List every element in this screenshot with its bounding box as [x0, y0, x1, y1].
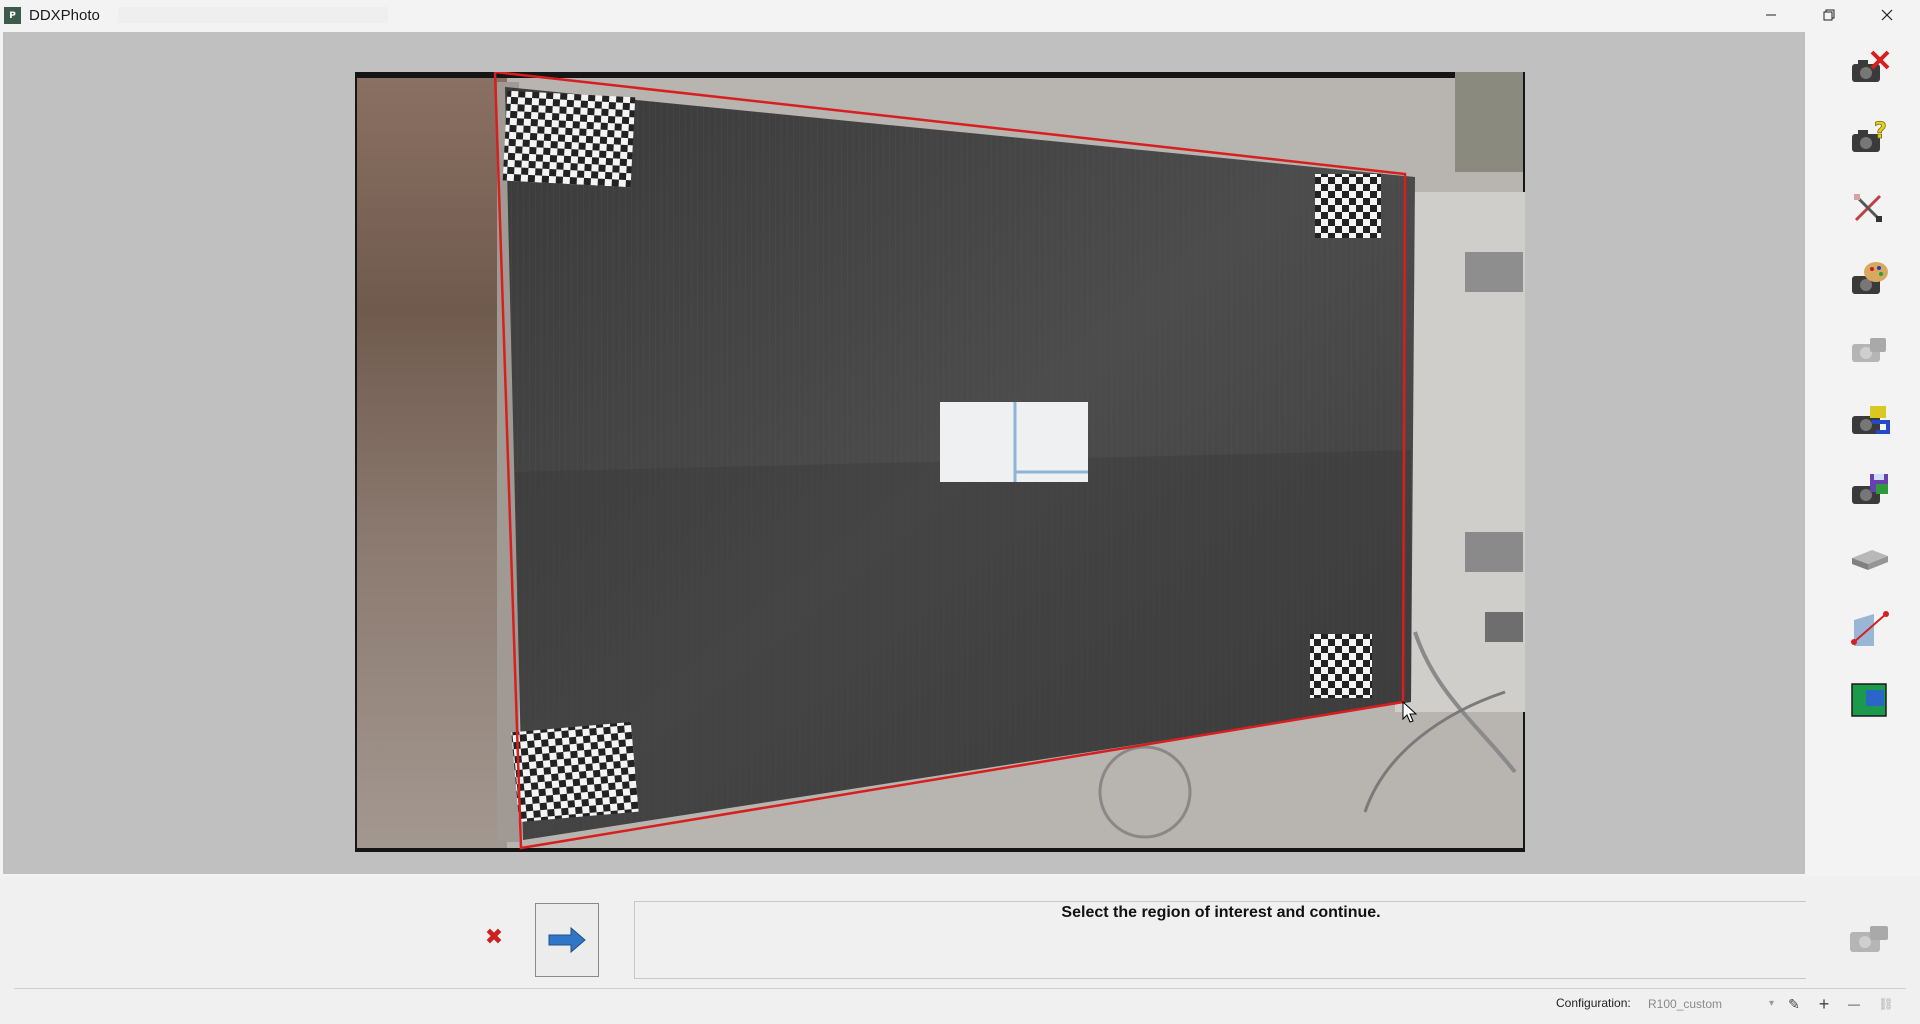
- camera-save-icon: [1852, 474, 1888, 504]
- chevron-down-icon: ▾: [1768, 998, 1774, 1009]
- configuration-select[interactable]: R100_custom ▾: [1644, 994, 1778, 1014]
- link-icon: ⛓: [1878, 997, 1894, 1011]
- crack-line-button[interactable]: [1846, 606, 1892, 652]
- link-config-button[interactable]: ⛓: [1876, 994, 1896, 1014]
- camera-export-button[interactable]: [1846, 396, 1892, 442]
- camera-save-button[interactable]: [1846, 466, 1892, 512]
- app-icon: P: [4, 7, 21, 24]
- close-icon: [1881, 9, 1893, 21]
- region-grid-icon: [1851, 683, 1887, 717]
- edit-config-button[interactable]: ✎: [1784, 994, 1804, 1014]
- minimize-icon: [1766, 14, 1776, 16]
- window-title: DDXPhoto: [29, 7, 100, 24]
- remove-config-button[interactable]: —: [1844, 994, 1864, 1014]
- plus-icon: +: [1818, 993, 1830, 1014]
- slab-icon: [1852, 550, 1888, 570]
- message-panel: Select the region of interest and contin…: [634, 901, 1806, 979]
- instruction-message: Select the region of interest and contin…: [1061, 904, 1381, 921]
- close-button[interactable]: [1858, 0, 1916, 30]
- configuration-value: R100_custom: [1648, 997, 1723, 1011]
- camera-disabled-icon: [1850, 926, 1888, 952]
- cancel-button[interactable]: ✖: [483, 927, 505, 949]
- add-config-button[interactable]: +: [1814, 994, 1834, 1014]
- measure-tools-button[interactable]: [1846, 186, 1892, 232]
- minus-icon: —: [1848, 997, 1860, 1011]
- camera-disabled-icon: [1852, 338, 1886, 362]
- title-strip: [118, 7, 388, 23]
- crack-line-icon: [1851, 611, 1889, 646]
- measure-tools-icon: [1854, 194, 1882, 222]
- slab-photo[interactable]: [355, 72, 1525, 852]
- camera-remove-icon: [1852, 50, 1890, 82]
- camera-export-icon: [1852, 406, 1890, 434]
- minimize-button[interactable]: [1742, 0, 1800, 30]
- camera-help-icon: ?: [1852, 119, 1887, 152]
- camera-palette-icon: [1852, 262, 1888, 294]
- restore-icon: [1823, 9, 1835, 21]
- arrow-right-icon: [548, 926, 586, 954]
- continue-button[interactable]: [535, 903, 599, 977]
- camera-disabled-corner-button[interactable]: [1846, 920, 1894, 960]
- title-bar: P DDXPhoto: [0, 0, 1920, 30]
- image-workspace[interactable]: [3, 32, 1805, 874]
- camera-disabled-button[interactable]: [1846, 326, 1892, 372]
- camera-help-button[interactable]: ?: [1846, 116, 1892, 162]
- configuration-label: Configuration:: [1556, 996, 1631, 1010]
- slab-button[interactable]: [1846, 536, 1892, 582]
- pencil-icon: ✎: [1788, 995, 1800, 1012]
- region-grid-button[interactable]: [1846, 676, 1892, 722]
- right-toolbar: ?: [1810, 32, 1920, 872]
- camera-palette-button[interactable]: [1846, 256, 1892, 302]
- restore-button[interactable]: [1800, 0, 1858, 30]
- camera-remove-button[interactable]: [1846, 46, 1892, 92]
- status-separator: [14, 988, 1906, 989]
- svg-text:?: ?: [1874, 119, 1887, 144]
